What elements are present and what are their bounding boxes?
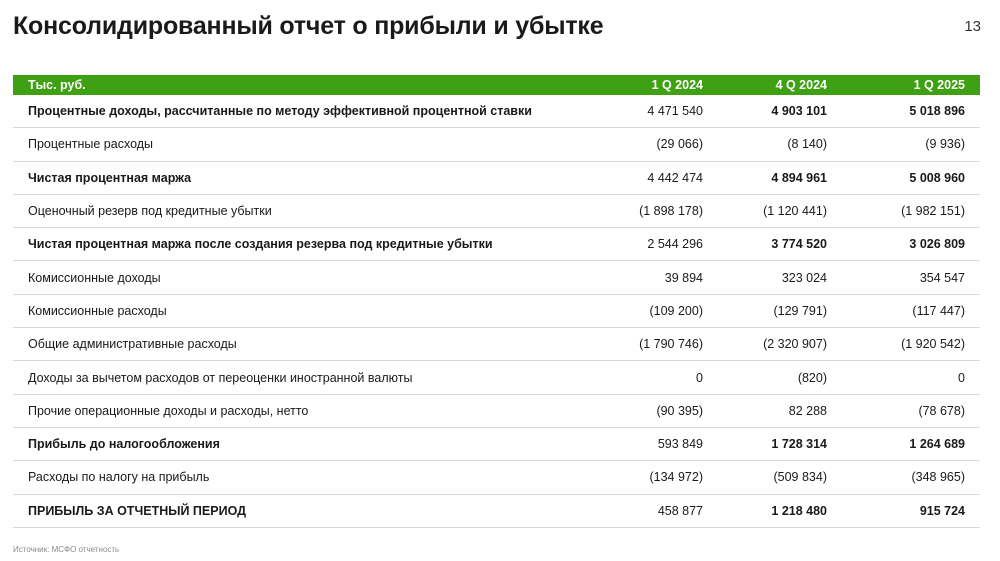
header-units: Тыс. руб. [13, 75, 593, 95]
table-body: Процентные доходы, рассчитанные по метод… [13, 95, 980, 528]
value-4q-2024: (2 320 907) [718, 327, 842, 362]
table-row: Процентные доходы, рассчитанные по метод… [13, 95, 980, 129]
source-footnote: Источник: МСФО отчетность [13, 545, 120, 554]
value-4q-2024: (8 140) [718, 127, 842, 162]
value-1q-2025: (9 936) [842, 127, 980, 162]
value-1q-2024: 4 471 540 [593, 95, 718, 129]
table-row: Процентные расходы (29 066) (8 140) (9 936) [13, 127, 980, 162]
row-label: Оценочный резерв под кредитные убытки [13, 194, 593, 229]
value-4q-2024: (509 834) [718, 460, 842, 495]
value-4q-2024: (820) [718, 360, 842, 395]
value-4q-2024: 3 774 520 [718, 227, 842, 262]
value-4q-2024: 4 903 101 [718, 95, 842, 129]
income-statement-table: Тыс. руб. 1 Q 2024 4 Q 2024 1 Q 2025 Про… [13, 75, 980, 528]
header-4q-2024: 4 Q 2024 [718, 75, 842, 95]
value-1q-2025: 5 008 960 [842, 161, 980, 195]
value-1q-2024: 39 894 [593, 260, 718, 295]
page-title: Консолидированный отчет о прибыли и убыт… [13, 12, 604, 40]
row-label: Чистая процентная маржа после создания р… [13, 227, 593, 262]
value-1q-2025: (78 678) [842, 394, 980, 428]
value-1q-2025: 5 018 896 [842, 95, 980, 129]
value-1q-2025: 1 264 689 [842, 427, 980, 462]
value-1q-2024: 593 849 [593, 427, 718, 462]
value-4q-2024: (129 791) [718, 294, 842, 329]
value-1q-2024: (29 066) [593, 127, 718, 162]
value-1q-2024: 0 [593, 360, 718, 395]
value-4q-2024: 82 288 [718, 394, 842, 428]
row-label: ПРИБЫЛЬ ЗА ОТЧЕТНЫЙ ПЕРИОД [13, 494, 593, 528]
table-row: Оценочный резерв под кредитные убытки (1 … [13, 194, 980, 229]
row-label: Процентные расходы [13, 127, 593, 162]
table-row: Общие административные расходы (1 790 746… [13, 327, 980, 362]
value-1q-2025: (1 982 151) [842, 194, 980, 229]
row-label: Расходы по налогу на прибыль [13, 460, 593, 495]
value-4q-2024: (1 120 441) [718, 194, 842, 229]
value-1q-2024: (134 972) [593, 460, 718, 495]
row-label: Комиссионные доходы [13, 260, 593, 295]
value-1q-2024: 2 544 296 [593, 227, 718, 262]
value-1q-2025: 3 026 809 [842, 227, 980, 262]
table-header-row: Тыс. руб. 1 Q 2024 4 Q 2024 1 Q 2025 [13, 75, 980, 95]
value-1q-2025: (348 965) [842, 460, 980, 495]
value-1q-2024: (1 790 746) [593, 327, 718, 362]
table-row: Комиссионные доходы 39 894 323 024 354 547 [13, 260, 980, 295]
table-row: Расходы по налогу на прибыль (134 972) (50… [13, 460, 980, 495]
row-label: Прочие операционные доходы и расходы, не… [13, 394, 593, 428]
value-4q-2024: 1 218 480 [718, 494, 842, 528]
table-row: Чистая процентная маржа после создания р… [13, 227, 980, 262]
value-1q-2024: (109 200) [593, 294, 718, 329]
row-label: Комиссионные расходы [13, 294, 593, 329]
value-1q-2025: 0 [842, 360, 980, 395]
value-4q-2024: 323 024 [718, 260, 842, 295]
value-1q-2024: 4 442 474 [593, 161, 718, 195]
value-1q-2025: (1 920 542) [842, 327, 980, 362]
value-4q-2024: 4 894 961 [718, 161, 842, 195]
table-row: Чистая процентная маржа 4 442 474 4 894 96… [13, 161, 980, 195]
value-1q-2024: 458 877 [593, 494, 718, 528]
row-label: Процентные доходы, рассчитанные по метод… [13, 95, 593, 129]
row-label: Общие административные расходы [13, 327, 593, 362]
row-label: Чистая процентная маржа [13, 161, 593, 195]
value-1q-2024: (90 395) [593, 394, 718, 428]
table-row: Доходы за вычетом расходов от переоценки… [13, 360, 980, 395]
value-1q-2025: 915 724 [842, 494, 980, 528]
table-row: Комиссионные расходы (109 200) (129 791) (1… [13, 294, 980, 329]
value-4q-2024: 1 728 314 [718, 427, 842, 462]
row-label: Доходы за вычетом расходов от переоценки… [13, 360, 593, 395]
header-1q-2024: 1 Q 2024 [593, 75, 718, 95]
table-row: Прибыль до налогообложения 593 849 1 728 3… [13, 427, 980, 462]
row-label: Прибыль до налогообложения [13, 427, 593, 462]
value-1q-2025: (117 447) [842, 294, 980, 329]
page-number: 13 [964, 18, 981, 35]
value-1q-2024: (1 898 178) [593, 194, 718, 229]
value-1q-2025: 354 547 [842, 260, 980, 295]
table-row: ПРИБЫЛЬ ЗА ОТЧЕТНЫЙ ПЕРИОД 458 877 1 218 4… [13, 494, 980, 528]
header-1q-2025: 1 Q 2025 [842, 75, 980, 95]
table-row: Прочие операционные доходы и расходы, не… [13, 394, 980, 428]
